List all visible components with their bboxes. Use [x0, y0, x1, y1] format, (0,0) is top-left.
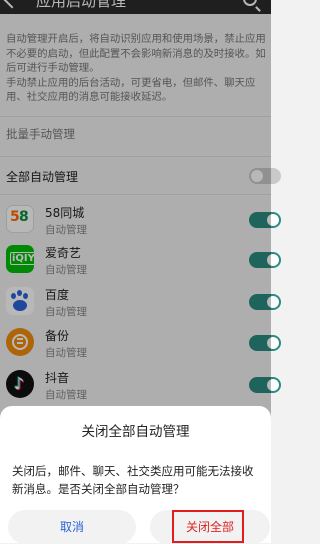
dialog-title: 关闭全部自动管理 [81, 424, 190, 440]
dialog-message: 关闭后，邮件、聊天、社交类应用可能无法接收新消息。是否关闭全部自动管理？ [12, 464, 254, 496]
cancel-button[interactable]: 取消 [8, 510, 136, 544]
highlight-annotation-box [172, 510, 244, 543]
